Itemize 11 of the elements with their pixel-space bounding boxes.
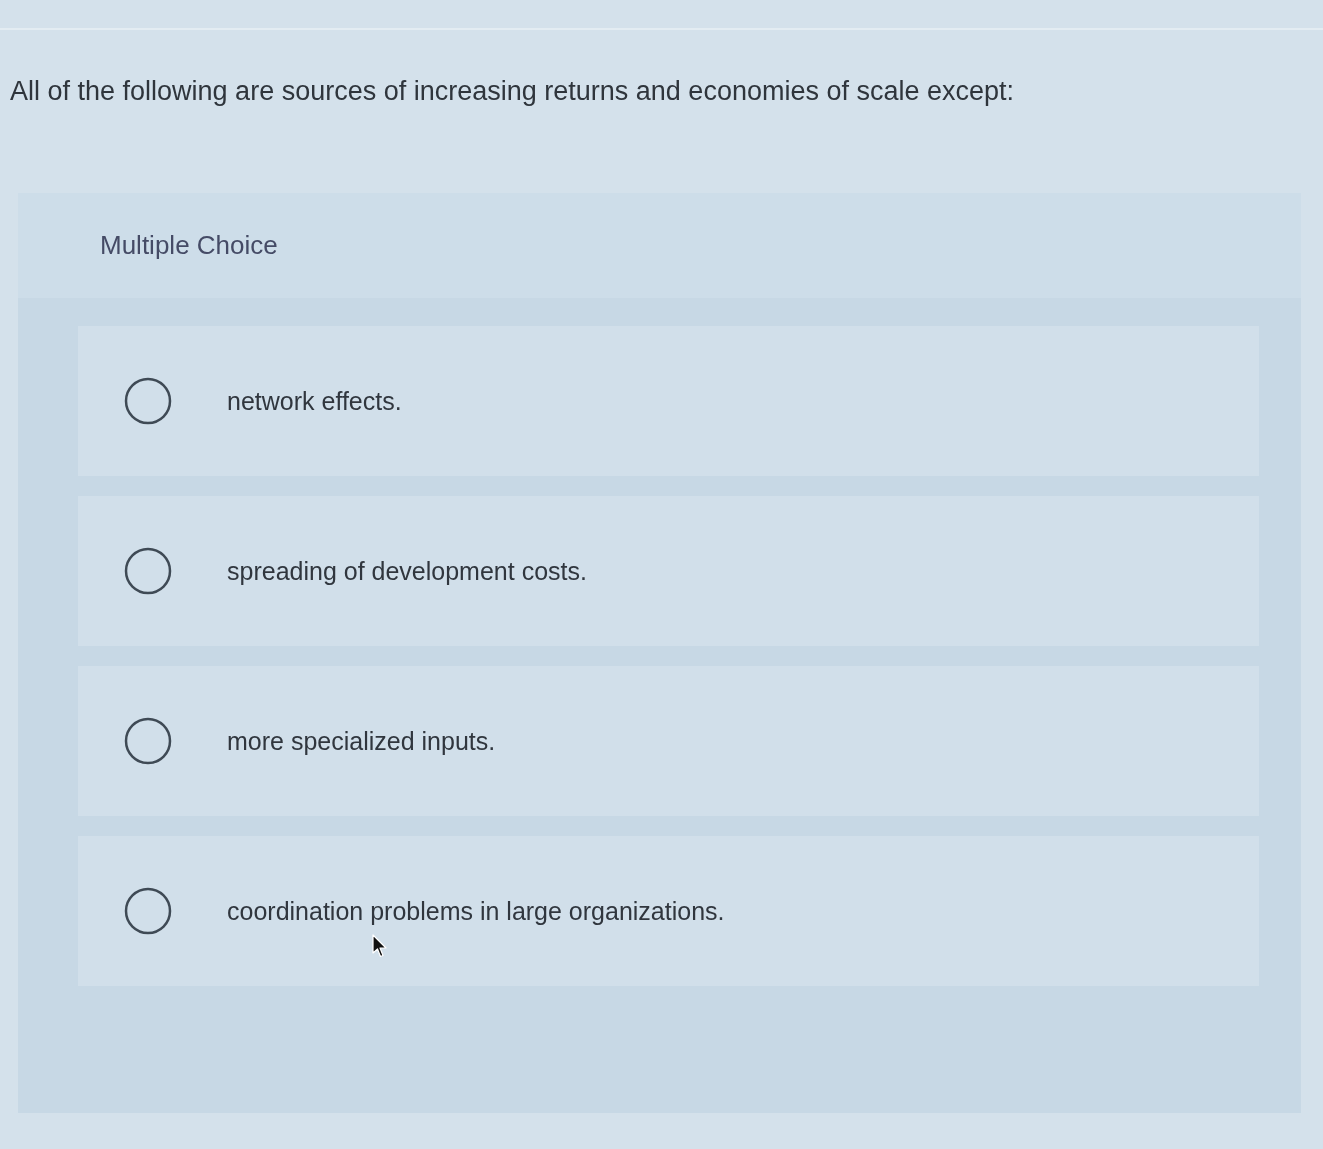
answer-option[interactable]: coordination problems in large organizations. [78, 836, 1259, 986]
radio-button[interactable] [124, 377, 172, 425]
answer-option[interactable]: more specialized inputs. [78, 666, 1259, 816]
answer-option[interactable]: spreading of development costs. [78, 496, 1259, 646]
mouse-pointer-icon [372, 934, 388, 958]
radio-button[interactable] [124, 887, 172, 935]
question-type-label: Multiple Choice [100, 230, 278, 261]
radio-button[interactable] [124, 547, 172, 595]
answer-option[interactable]: network effects. [78, 326, 1259, 476]
question-prompt: All of the following are sources of increasing returns and economies of scale except: [10, 76, 1015, 107]
radio-button[interactable] [124, 717, 172, 765]
